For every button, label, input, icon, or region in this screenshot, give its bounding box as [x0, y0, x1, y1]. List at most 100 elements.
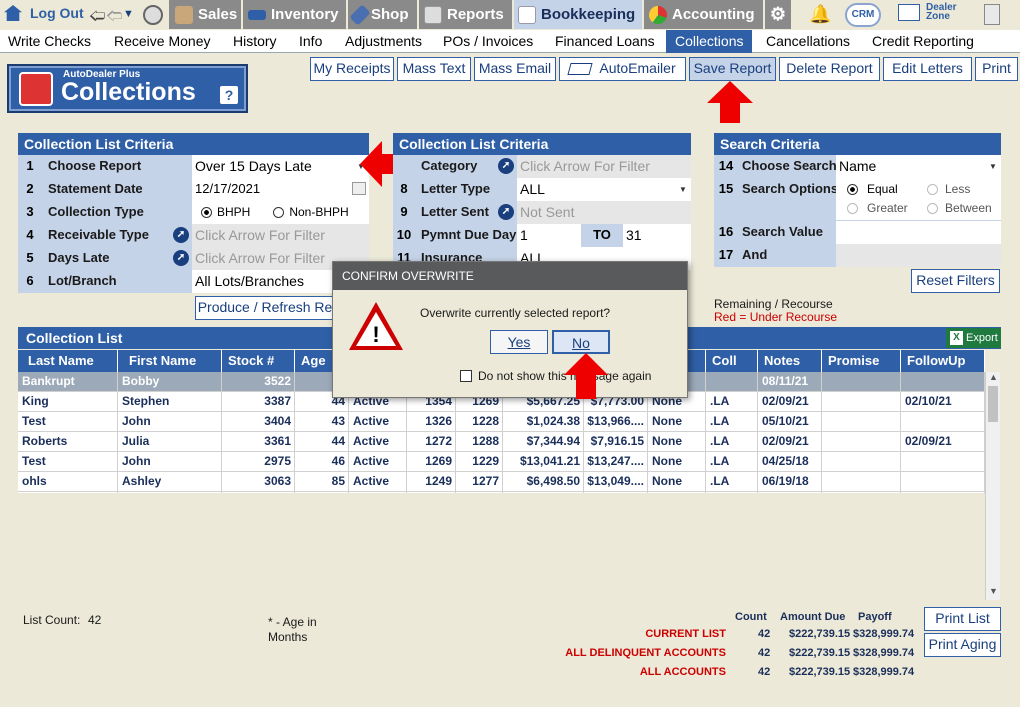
receivable-type-filter[interactable]: Click Arrow For Filter — [192, 224, 369, 247]
chevron-down-icon[interactable]: ▼ — [123, 8, 134, 20]
back-icon[interactable]: 🢠 — [89, 5, 105, 32]
menu-write-checks[interactable]: Write Checks — [8, 33, 91, 49]
dont-show-checkbox[interactable] — [460, 370, 472, 382]
table-scrollbar[interactable]: ▲ ▼ — [985, 372, 1000, 600]
table-cell: 12/14/18 — [758, 552, 822, 572]
logout-button[interactable]: Log Out — [4, 5, 84, 21]
search-value-input[interactable] — [836, 221, 1001, 244]
table-row[interactable]: Test John 2975 46 Active 1269 1229 $13,041.21 $1… — [18, 452, 985, 472]
app-logo-icon — [19, 72, 53, 106]
no-button[interactable]: No — [552, 330, 610, 354]
col-last-name[interactable]: Last Name — [18, 350, 118, 372]
reset-filters-button[interactable]: Reset Filters — [911, 269, 1000, 293]
page-title: Collections — [61, 78, 196, 106]
menu-financed-loans[interactable]: Financed Loans — [555, 33, 655, 49]
calculator-icon[interactable] — [984, 4, 1000, 25]
scroll-up-icon[interactable]: ▲ — [989, 372, 998, 382]
table-row[interactable]: Test John 3445 41 Active 1246 1043 $9,084.23 $9,… — [18, 492, 985, 493]
menu-history[interactable]: History — [233, 33, 277, 49]
table-cell: 1242 — [407, 512, 456, 532]
bell-icon[interactable]: 🔔 — [809, 4, 831, 25]
col-first-name[interactable]: First Name — [118, 350, 222, 372]
table-row[interactable]: Test John 3404 43 Active 1326 1228 $1,024.38 $13… — [18, 412, 985, 432]
scroll-thumb[interactable] — [988, 386, 998, 422]
table-cell: .LA — [706, 412, 758, 432]
col-followup[interactable]: FollowUp — [901, 350, 985, 372]
help-icon[interactable]: ? — [220, 86, 238, 104]
scroll-down-icon[interactable]: ▼ — [989, 586, 998, 596]
list-count-value: 42 — [88, 613, 102, 627]
col-promise[interactable]: Promise — [822, 350, 901, 372]
forward-icon[interactable]: 🢢 — [106, 5, 122, 32]
filter-arrow-icon[interactable]: ➚ — [498, 158, 514, 174]
menu-cancellations[interactable]: Cancellations — [766, 33, 850, 49]
save-report-button[interactable]: Save Report — [689, 57, 776, 81]
radio-equal[interactable] — [847, 184, 858, 195]
my-receipts-button[interactable]: My Receipts — [310, 57, 394, 81]
menu-info[interactable]: Info — [299, 33, 322, 49]
table-cell: 1269 — [407, 452, 456, 472]
menu-adjustments[interactable]: Adjustments — [345, 33, 422, 49]
table-cell: 1249 — [407, 472, 456, 492]
print-button[interactable]: Print — [975, 57, 1018, 81]
table-row[interactable]: Achem Old 5002 41 Active 1215 $6,402.82 $7,943.… — [18, 572, 985, 592]
nav-accounting[interactable]: Accounting — [644, 0, 763, 29]
mass-email-button[interactable]: Mass Email — [474, 57, 556, 81]
produce-refresh-button[interactable]: Produce / Refresh Re — [195, 296, 335, 320]
table-row[interactable]: Tag345040Active1190 $1,800.04$1,831.89Non… — [18, 592, 985, 600]
choose-search-select[interactable]: Name ▼ — [836, 155, 1001, 178]
nav-reports[interactable]: Reports — [419, 0, 512, 29]
letter-type-select[interactable]: ALL ▼ — [517, 178, 691, 201]
export-button[interactable]: X Export — [946, 328, 1001, 348]
due-day-from-field[interactable]: 1 — [517, 224, 581, 247]
menu-collections[interactable]: Collections — [666, 30, 753, 53]
table-row[interactable]: Roberts Julia 3361 44 Active 1272 1288 $7,344.9… — [18, 432, 985, 452]
nav-sales[interactable]: Sales — [169, 0, 241, 29]
search-and-input[interactable] — [836, 244, 1001, 267]
table-row[interactable]: ohls Ashley 3063 85 Active 1249 1277 $6,498.50 $… — [18, 472, 985, 492]
nav-inventory[interactable]: Inventory — [243, 0, 346, 29]
nav-bookkeeping[interactable]: Bookkeeping — [514, 0, 642, 29]
nav-shop[interactable]: Shop — [348, 0, 417, 29]
crm-button[interactable]: CRM — [845, 3, 881, 27]
table-cell: Bankrupt — [18, 372, 118, 392]
menu-pos-invoices[interactable]: POs / Invoices — [443, 33, 533, 49]
col-coll[interactable]: Coll — [706, 350, 758, 372]
menu-receive-money[interactable]: Receive Money — [114, 33, 211, 49]
print-aging-button[interactable]: Print Aging — [924, 633, 1001, 657]
letter-sent-filter[interactable]: Not Sent — [517, 201, 691, 224]
filter-arrow-icon[interactable]: ➚ — [173, 227, 189, 243]
radio-less[interactable] — [927, 184, 938, 195]
user-face-icon[interactable] — [143, 5, 163, 25]
table-cell: 42 — [295, 532, 349, 552]
due-day-to-field[interactable]: 31 — [623, 224, 691, 247]
table-cell: $1,831.89 — [584, 592, 648, 600]
table-row[interactable]: . Tag 3450 40 Active 1225 1099 $8,127.74 $9,422.… — [18, 552, 985, 572]
print-list-button[interactable]: Print List — [924, 607, 1001, 631]
choose-report-select[interactable]: Over 15 Days Late ▼ — [192, 155, 369, 178]
radio-greater[interactable] — [847, 203, 858, 214]
radio-bhph[interactable] — [201, 207, 212, 219]
mass-text-button[interactable]: Mass Text — [397, 57, 471, 81]
statement-date-field[interactable]: 12/17/2021 — [192, 178, 369, 201]
filter-arrow-icon[interactable]: ➚ — [498, 204, 514, 220]
radio-non-bhph[interactable] — [273, 207, 285, 219]
totals-payoff: $328,999.74 — [853, 628, 915, 640]
table-cell: 3404 — [222, 412, 295, 432]
col-stock[interactable]: Stock # — [222, 350, 295, 372]
table-cell: Trust — [18, 532, 118, 552]
col-notes[interactable]: Notes — [758, 350, 822, 372]
settings-button[interactable]: ⚙ — [765, 0, 791, 29]
radio-between[interactable] — [927, 203, 938, 214]
autoemailer-button[interactable]: AutoEmailer — [559, 57, 686, 81]
delete-report-button[interactable]: Delete Report — [779, 57, 880, 81]
edit-letters-button[interactable]: Edit Letters — [883, 57, 972, 81]
menu-credit-reporting[interactable]: Credit Reporting — [872, 33, 974, 49]
table-row[interactable]: Bankrupt Bobby 3401 44 Collecti... 1242 1214 $9… — [18, 512, 985, 532]
dealer-zone-button[interactable]: Dealer Zone — [898, 3, 962, 22]
category-filter[interactable]: Click Arrow For Filter — [517, 155, 691, 178]
table-row[interactable]: Trust Trust 5001 42 Active 1233 1276 $1,763.63 $… — [18, 532, 985, 552]
table-cell: 41 — [295, 572, 349, 592]
yes-button[interactable]: Yes — [490, 330, 548, 354]
filter-arrow-icon[interactable]: ➚ — [173, 250, 189, 266]
